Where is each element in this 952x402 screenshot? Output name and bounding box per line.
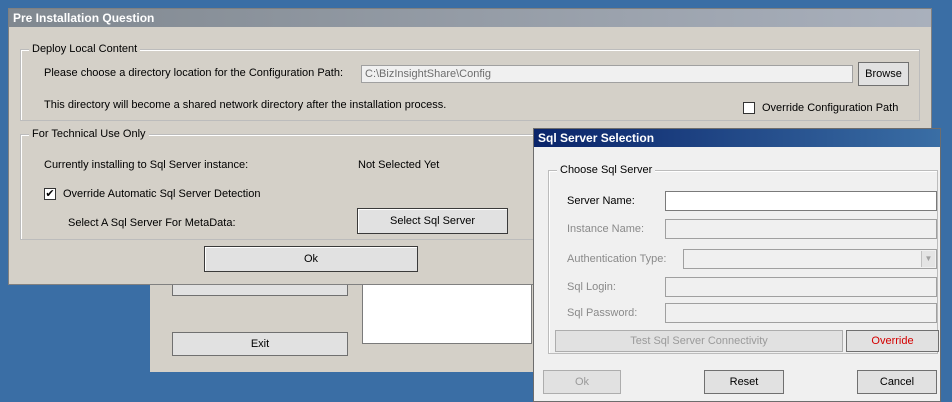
server-name-label: Server Name: (567, 195, 635, 207)
sql-password-label: Sql Password: (567, 307, 638, 319)
pre-installation-title-bar[interactable]: Pre Installation Question (9, 9, 931, 27)
override-config-checkbox[interactable] (743, 102, 755, 114)
deploy-group-legend: Deploy Local Content (29, 43, 141, 55)
browse-button[interactable]: Browse (858, 62, 909, 86)
config-path-field[interactable]: C:\BizInsightShare\Config (361, 65, 853, 83)
ok-button[interactable]: Ok (204, 246, 418, 272)
chevron-down-icon: ▼ (921, 251, 935, 267)
background-list-panel (362, 280, 532, 344)
background-window: Exit (150, 280, 535, 372)
choose-sql-server-group: Choose Sql Server Server Name: Instance … (548, 164, 939, 354)
auth-type-select[interactable]: ▼ (683, 249, 937, 269)
pre-installation-title: Pre Installation Question (13, 11, 155, 25)
technical-use-group: For Technical Use Only Currently install… (20, 128, 540, 240)
exit-button[interactable]: Exit (172, 332, 348, 356)
sql-server-selection-dialog: Sql Server Selection Choose Sql Server S… (533, 128, 941, 402)
instance-name-field[interactable] (665, 219, 937, 239)
installing-value: Not Selected Yet (358, 159, 440, 171)
installing-label: Currently installing to Sql Server insta… (44, 159, 249, 171)
instance-name-label: Instance Name: (567, 223, 645, 235)
override-button[interactable]: Override (846, 330, 939, 352)
sql-dialog-title: Sql Server Selection (538, 131, 655, 145)
sql-dialog-title-bar[interactable]: Sql Server Selection (534, 129, 940, 147)
technical-group-legend: For Technical Use Only (29, 128, 149, 140)
select-sql-server-button[interactable]: Select Sql Server (357, 208, 508, 234)
server-name-input[interactable] (665, 191, 937, 211)
sql-password-field[interactable] (665, 303, 937, 323)
sql-dialog-ok-button[interactable]: Ok (543, 370, 621, 394)
test-connectivity-button[interactable]: Test Sql Server Connectivity (555, 330, 843, 352)
override-detection-label: Override Automatic Sql Server Detection (63, 188, 261, 200)
override-config-label: Override Configuration Path (762, 102, 899, 114)
sql-login-field[interactable] (665, 277, 937, 297)
deploy-local-content-group: Deploy Local Content Please choose a dir… (20, 43, 920, 121)
select-server-label: Select A Sql Server For MetaData: (68, 217, 236, 229)
auth-type-label: Authentication Type: (567, 253, 667, 265)
cancel-button[interactable]: Cancel (857, 370, 937, 394)
sql-login-label: Sql Login: (567, 281, 616, 293)
reset-button[interactable]: Reset (704, 370, 784, 394)
shared-directory-note: This directory will become a shared netw… (44, 99, 447, 111)
choose-server-legend: Choose Sql Server (557, 164, 656, 176)
config-path-prompt: Please choose a directory location for t… (44, 67, 344, 79)
override-detection-checkbox[interactable]: ✔ (44, 188, 56, 200)
